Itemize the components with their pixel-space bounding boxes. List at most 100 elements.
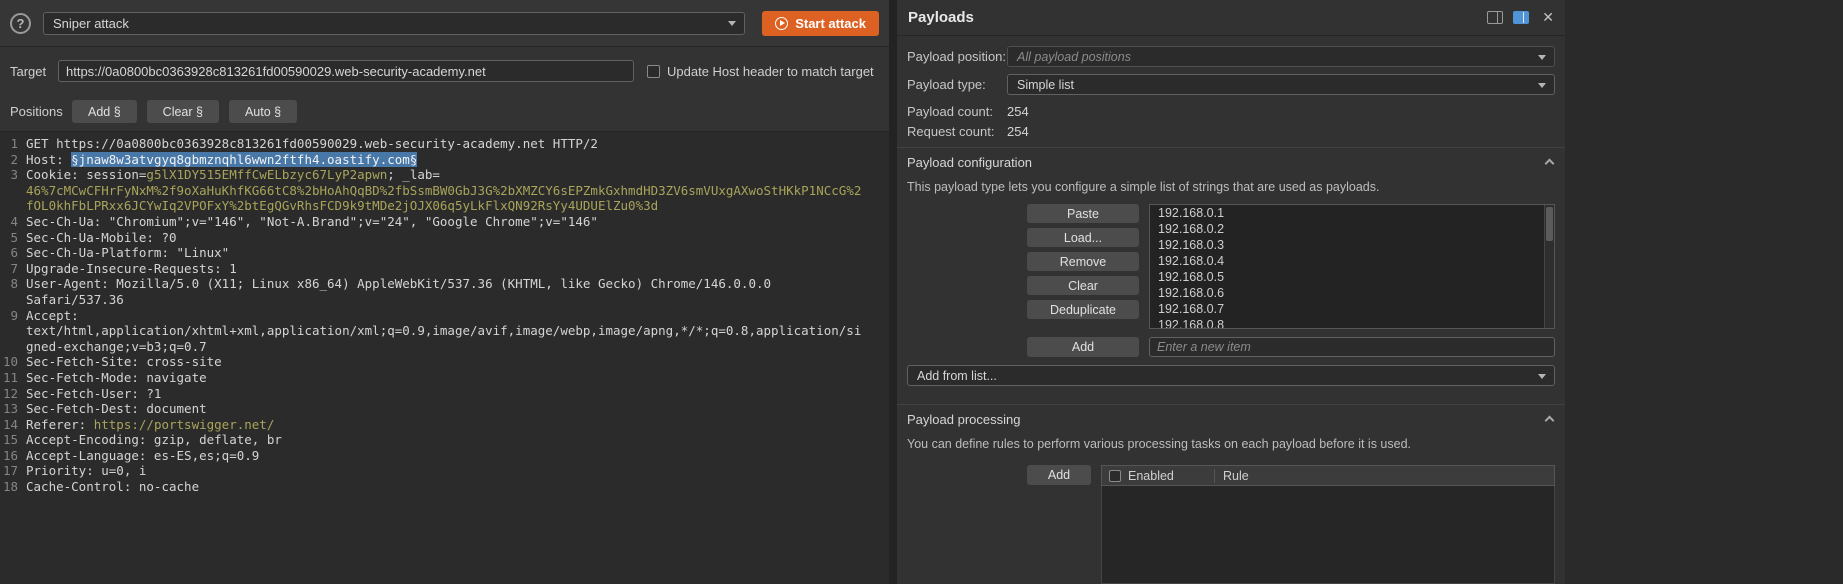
line-text: Host: §jnaw8w3atvgyq8gbmznqhl6wwn2ftfh4.…: [26, 152, 417, 168]
payload-item[interactable]: 192.168.0.3: [1150, 237, 1554, 253]
line-text: Sec-Fetch-User: ?1: [26, 386, 161, 402]
line-text: Accept-Encoding: gzip, deflate, br: [26, 432, 282, 448]
auto-position-button[interactable]: Auto §: [229, 100, 297, 123]
payload-item[interactable]: 192.168.0.6: [1150, 285, 1554, 301]
request-line[interactable]: 18Cache-Control: no-cache: [0, 479, 889, 495]
request-line[interactable]: 4Sec-Ch-Ua: "Chromium";v="146", "Not-A.B…: [0, 214, 889, 230]
line-number: 10: [0, 354, 18, 370]
deduplicate-button[interactable]: Deduplicate: [1027, 300, 1139, 319]
request-line[interactable]: Safari/537.36: [0, 292, 889, 308]
line-number: [0, 339, 18, 355]
paste-button[interactable]: Paste: [1027, 204, 1139, 223]
add-button[interactable]: Add: [1027, 337, 1139, 357]
line-number: 16: [0, 448, 18, 464]
payload-item[interactable]: 192.168.0.1: [1150, 205, 1554, 221]
play-icon: [775, 17, 788, 30]
line-text: Priority: u=0, i: [26, 463, 146, 479]
request-line[interactable]: 16Accept-Language: es-ES,es;q=0.9: [0, 448, 889, 464]
chevron-down-icon: [728, 21, 736, 26]
load-button[interactable]: Load...: [1027, 228, 1139, 247]
request-line[interactable]: 10 Sec-Fetch-Site: cross-site: [0, 354, 889, 370]
request-line[interactable]: 7Upgrade-Insecure-Requests: 1: [0, 261, 889, 277]
payload-item[interactable]: 192.168.0.2: [1150, 221, 1554, 237]
payload-list-scrollbar[interactable]: [1544, 205, 1554, 328]
line-text: Sec-Fetch-Mode: navigate: [26, 370, 207, 386]
payloads-header: Payloads ✕: [897, 0, 1565, 36]
request-line[interactable]: 8 User-Agent: Mozilla/5.0 (X11; Linux x86…: [0, 276, 889, 292]
payload-processing-title: Payload processing: [907, 412, 1020, 427]
request-line[interactable]: 9Accept:: [0, 308, 889, 324]
request-line[interactable]: fOL0khFbLPRxx6JCYwIq2VPOFxY%2btEgQGvRhsF…: [0, 198, 889, 214]
update-host-checkbox[interactable]: [647, 65, 660, 78]
request-line[interactable]: 12 Sec-Fetch-User: ?1: [0, 386, 889, 402]
chevron-down-icon: [1538, 55, 1546, 60]
request-line[interactable]: 11 Sec-Fetch-Mode: navigate: [0, 370, 889, 386]
payload-configuration-title: Payload configuration: [907, 155, 1032, 170]
collapse-chevron-icon[interactable]: [1545, 416, 1555, 426]
payload-type-row: Payload type: Simple list: [897, 74, 1565, 95]
attack-type-dropdown[interactable]: Sniper attack: [43, 12, 745, 35]
line-number: [0, 198, 18, 214]
intruder-window: ? Sniper attack Start attack Target Upda…: [0, 0, 1843, 584]
clear-position-button[interactable]: Clear §: [147, 100, 219, 123]
payload-position-dropdown[interactable]: All payload positions: [1007, 46, 1555, 67]
payload-list[interactable]: 192.168.0.1192.168.0.2192.168.0.3192.168…: [1149, 204, 1555, 329]
line-number: 12: [0, 386, 18, 402]
panel-splitter[interactable]: [889, 0, 897, 584]
payload-type-dropdown[interactable]: Simple list: [1007, 74, 1555, 95]
payloads-panel: Payloads ✕ Payload position: All payload…: [897, 0, 1565, 584]
target-row: Target Update Host header to match targe…: [0, 60, 889, 82]
request-line[interactable]: gned-exchange;v=b3;q=0.7: [0, 339, 889, 355]
clear-button[interactable]: Clear: [1027, 276, 1139, 295]
scrollbar-thumb[interactable]: [1546, 207, 1553, 241]
enabled-header-checkbox[interactable]: [1109, 470, 1121, 482]
payload-item[interactable]: 192.168.0.7: [1150, 301, 1554, 317]
request-line[interactable]: 5Sec-Ch-Ua-Mobile: ?0: [0, 230, 889, 246]
payload-item[interactable]: 192.168.0.5: [1150, 269, 1554, 285]
request-line[interactable]: 17Priority: u=0, i: [0, 463, 889, 479]
start-attack-button[interactable]: Start attack: [762, 11, 879, 36]
line-text: gned-exchange;v=b3;q=0.7: [26, 339, 207, 355]
target-url-input[interactable]: [58, 60, 634, 82]
add-position-button[interactable]: Add §: [72, 100, 137, 123]
rules-table-body[interactable]: [1101, 486, 1555, 584]
request-line[interactable]: 14Referer: https://portswigger.net/: [0, 417, 889, 433]
request-editor[interactable]: 1GET https://0a0800bc0363928c813261fd005…: [0, 131, 889, 584]
collapse-chevron-icon[interactable]: [1545, 159, 1555, 169]
line-number: [0, 183, 18, 199]
line-text: Sec-Fetch-Site: cross-site: [26, 354, 222, 370]
layout-docked-icon[interactable]: [1513, 11, 1529, 24]
positions-toolbar: Positions Add § Clear § Auto §: [0, 100, 889, 123]
request-line[interactable]: 6Sec-Ch-Ua-Platform: "Linux": [0, 245, 889, 261]
rule-column-header: Rule: [1214, 469, 1554, 483]
target-label: Target: [10, 64, 58, 79]
request-line[interactable]: 2 Host: §jnaw8w3atvgyq8gbmznqhl6wwn2ftfh4…: [0, 152, 889, 168]
request-line[interactable]: 46%7cMCwCFHrFyNxM%2f9oXaHuKhfKG66tC8%2bH…: [0, 183, 889, 199]
request-count-row: Request count: 254: [897, 124, 1565, 139]
request-line[interactable]: 1GET https://0a0800bc0363928c813261fd005…: [0, 136, 889, 152]
payload-item[interactable]: 192.168.0.4: [1150, 253, 1554, 269]
payload-item[interactable]: 192.168.0.8: [1150, 317, 1554, 329]
line-text: Referer: https://portswigger.net/: [26, 417, 274, 433]
layout-split-icon[interactable]: [1487, 11, 1503, 24]
add-from-list-dropdown[interactable]: Add from list...: [907, 365, 1555, 386]
line-number: 8: [0, 276, 18, 292]
chevron-down-icon: [1538, 374, 1546, 379]
line-text: User-Agent: Mozilla/5.0 (X11; Linux x86_…: [26, 276, 771, 292]
line-number: 1: [0, 136, 18, 152]
close-icon[interactable]: ✕: [1542, 9, 1554, 26]
request-line[interactable]: 13Sec-Fetch-Dest: document: [0, 401, 889, 417]
new-item-input[interactable]: [1149, 337, 1555, 357]
payload-config-body: Paste Load... Remove Clear Deduplicate 192.1…: [897, 204, 1565, 329]
request-line[interactable]: text/html,application/xhtml+xml,applicat…: [0, 323, 889, 339]
add-rule-button[interactable]: Add: [1027, 465, 1091, 485]
request-line[interactable]: 3Cookie: session=g5lX1DY515EMffCwELbzyc6…: [0, 167, 889, 183]
add-from-list-row: Add from list...: [897, 365, 1565, 386]
remove-button[interactable]: Remove: [1027, 252, 1139, 271]
help-icon[interactable]: ?: [10, 13, 31, 34]
line-number: 2: [0, 152, 18, 168]
request-line[interactable]: 15Accept-Encoding: gzip, deflate, br: [0, 432, 889, 448]
line-number: 11: [0, 370, 18, 386]
payload-count-value: 254: [1007, 104, 1029, 119]
line-number: 3: [0, 167, 18, 183]
